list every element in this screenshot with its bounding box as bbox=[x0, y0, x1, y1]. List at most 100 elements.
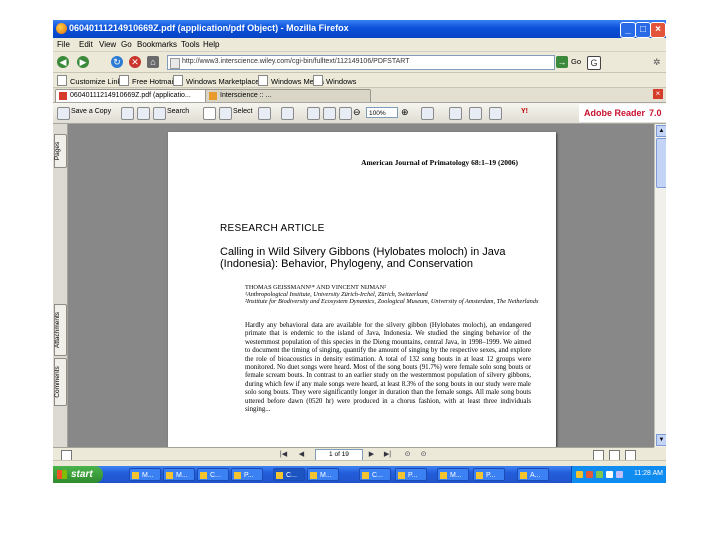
tray-icon[interactable] bbox=[576, 471, 583, 478]
read-aloud-icon[interactable] bbox=[469, 107, 482, 120]
tray-icon[interactable] bbox=[586, 471, 593, 478]
app-icon bbox=[440, 472, 447, 479]
menu-tools[interactable]: Tools bbox=[181, 40, 200, 49]
select-button[interactable]: Select bbox=[233, 108, 252, 115]
email-icon[interactable] bbox=[137, 107, 150, 120]
start-label: start bbox=[71, 469, 93, 480]
back-icon[interactable]: ◀ bbox=[57, 56, 69, 68]
zoom-out-icon[interactable]: ⊖ bbox=[353, 107, 361, 118]
affiliation: ¹Anthropological Institute, University Z… bbox=[245, 291, 428, 298]
bookmark-item[interactable]: Windows bbox=[313, 75, 357, 86]
bookmark-item[interactable]: Windows Marketplace bbox=[173, 75, 259, 86]
document-area[interactable]: American Journal of Primatology 68:1–19 … bbox=[68, 124, 654, 447]
taskbar-item[interactable]: M... bbox=[129, 468, 161, 481]
taskbar-item-label: C... bbox=[210, 472, 221, 479]
taskbar-item[interactable]: C... bbox=[359, 468, 391, 481]
paper-title: Calling in Wild Silvery Gibbons (Hylobat… bbox=[220, 246, 506, 270]
maximize-button[interactable]: □ bbox=[635, 22, 651, 38]
window-title: 06040111214910669Z.pdf (application/pdf … bbox=[69, 23, 349, 33]
menu-help[interactable]: Help bbox=[203, 40, 219, 49]
taskbar-item-label: M... bbox=[142, 472, 154, 479]
bookmark-item[interactable]: Free Hotmail bbox=[119, 75, 175, 86]
taskbar-item[interactable]: P... bbox=[473, 468, 505, 481]
tray-icon[interactable] bbox=[596, 471, 603, 478]
save-copy-icon[interactable] bbox=[57, 107, 70, 120]
zoom-level-field[interactable]: 100% bbox=[366, 107, 398, 118]
search-engine-icon[interactable]: G bbox=[587, 56, 601, 70]
fit-width-icon[interactable] bbox=[339, 107, 352, 120]
scroll-up-icon[interactable]: ▲ bbox=[656, 125, 666, 137]
last-page-icon[interactable]: ▶| bbox=[383, 450, 392, 459]
menu-file[interactable]: File bbox=[57, 40, 70, 49]
taskbar-item[interactable]: C... bbox=[197, 468, 229, 481]
taskbar-item[interactable]: M... bbox=[437, 468, 469, 481]
pages-tab[interactable]: Pages bbox=[54, 134, 67, 168]
reader-toolbar: Save a Copy Search Select ⊖ 100% ⊕ Y! Ad… bbox=[53, 103, 666, 124]
menu-view[interactable]: View bbox=[99, 40, 116, 49]
hand-tool-icon[interactable] bbox=[203, 107, 216, 120]
author-block: THOMAS GEISSMANN¹* AND VINCENT NIJMAN² ¹… bbox=[245, 284, 545, 305]
go-button[interactable]: Go bbox=[571, 57, 581, 66]
select-tool-icon[interactable] bbox=[219, 107, 232, 120]
taskbar-item[interactable]: P... bbox=[395, 468, 427, 481]
stop-icon[interactable]: ✕ bbox=[129, 56, 141, 68]
scroll-thumb[interactable] bbox=[656, 138, 666, 188]
taskbar-item[interactable]: M... bbox=[163, 468, 195, 481]
menu-bookmarks[interactable]: Bookmarks bbox=[137, 40, 177, 49]
help-icon[interactable] bbox=[489, 107, 502, 120]
search-button[interactable]: Search bbox=[167, 108, 189, 115]
reload-icon[interactable]: ↻ bbox=[111, 56, 123, 68]
yahoo-toolbar-icon[interactable]: Y! bbox=[521, 108, 528, 115]
actual-size-icon[interactable] bbox=[307, 107, 320, 120]
print-icon[interactable] bbox=[121, 107, 134, 120]
scroll-down-icon[interactable]: ▼ bbox=[656, 434, 666, 446]
bookmark-label: Windows bbox=[326, 77, 357, 86]
app-icon bbox=[132, 472, 139, 479]
rotate-icon[interactable] bbox=[421, 107, 434, 120]
taskbar-item[interactable]: M... bbox=[307, 468, 339, 481]
go-icon[interactable]: → bbox=[556, 56, 568, 68]
close-button[interactable]: × bbox=[650, 22, 666, 38]
pdf-icon bbox=[59, 92, 67, 100]
previous-page-icon[interactable]: ◀ bbox=[297, 450, 306, 459]
tab-pdf[interactable]: 06040111214910669Z.pdf (applicatio... bbox=[55, 89, 219, 102]
previous-view-icon[interactable]: ⊙ bbox=[403, 450, 412, 459]
taskbar-item-active[interactable]: C... bbox=[273, 468, 305, 481]
address-bar[interactable]: http://www3.interscience.wiley.com/cgi-b… bbox=[167, 55, 555, 70]
next-page-icon[interactable]: ▶ bbox=[367, 450, 376, 459]
adobe-version: 7.0 bbox=[649, 108, 662, 118]
menu-edit[interactable]: Edit bbox=[79, 40, 93, 49]
attachments-tab[interactable]: Attachments bbox=[54, 304, 67, 356]
firefox-window: 06040111214910669Z.pdf (application/pdf … bbox=[53, 20, 666, 483]
taskbar-item[interactable]: A... bbox=[517, 468, 549, 481]
app-icon bbox=[166, 472, 173, 479]
tray-icon[interactable] bbox=[616, 471, 623, 478]
snapshot-icon[interactable] bbox=[258, 107, 271, 120]
minimize-button[interactable]: _ bbox=[620, 22, 636, 38]
forward-icon[interactable]: ▶ bbox=[77, 56, 89, 68]
zoom-in-circle-icon[interactable]: ⊕ bbox=[401, 107, 409, 118]
next-view-icon[interactable]: ⊙ bbox=[419, 450, 428, 459]
title-bar: 06040111214910669Z.pdf (application/pdf … bbox=[53, 20, 666, 38]
search-icon[interactable] bbox=[153, 107, 166, 120]
section-label: RESEARCH ARTICLE bbox=[220, 223, 325, 234]
zoom-in-icon[interactable] bbox=[281, 107, 294, 120]
taskbar: start M... M... C... P... C... M... C...… bbox=[53, 466, 666, 483]
close-tab-icon[interactable]: × bbox=[653, 89, 663, 99]
app-icon bbox=[398, 472, 405, 479]
menu-go[interactable]: Go bbox=[121, 40, 132, 49]
throbber-icon: ✲ bbox=[653, 57, 661, 67]
save-copy-button[interactable]: Save a Copy bbox=[71, 108, 111, 115]
start-button[interactable]: start bbox=[53, 466, 103, 483]
fit-page-icon[interactable] bbox=[323, 107, 336, 120]
taskbar-item[interactable]: P... bbox=[231, 468, 263, 481]
vertical-scrollbar[interactable]: ▲ ▼ bbox=[654, 124, 666, 447]
comments-tab[interactable]: Comments bbox=[54, 358, 67, 406]
tab-interscience[interactable]: Interscience :: ... bbox=[205, 89, 371, 102]
bookmark-item[interactable]: Customize Links bbox=[57, 75, 125, 86]
tray-icon[interactable] bbox=[606, 471, 613, 478]
page-layout-icon[interactable] bbox=[449, 107, 462, 120]
home-icon[interactable]: ⌂ bbox=[147, 56, 159, 68]
first-page-icon[interactable]: |◀ bbox=[279, 450, 288, 459]
journal-header: American Journal of Primatology 68:1–19 … bbox=[361, 158, 518, 167]
